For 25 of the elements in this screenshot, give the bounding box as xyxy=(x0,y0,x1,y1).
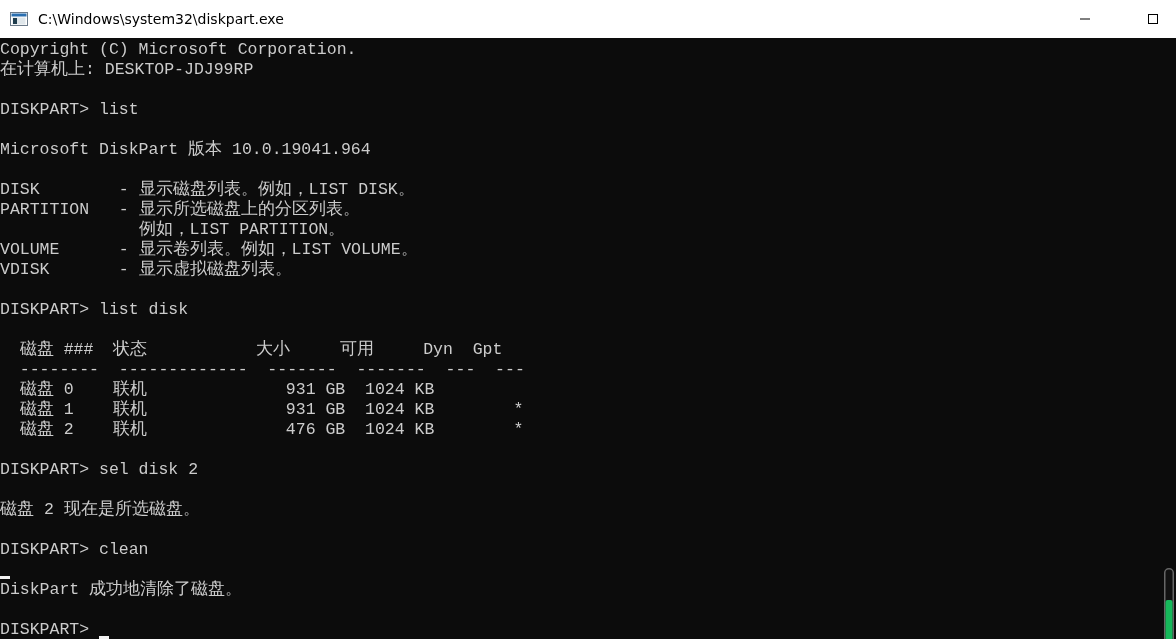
console-line: 磁盘 1 联机 931 GB 1024 KB * xyxy=(18,400,524,420)
console-line: DISKPART> clean xyxy=(0,540,149,560)
maximize-icon xyxy=(1147,13,1159,25)
console-line: VOLUME - 显示卷列表。例如，LIST VOLUME。 xyxy=(0,240,418,260)
console-line: -------- ------------- ------- ------- --- --- xyxy=(18,360,525,380)
console-line: DISK - 显示磁盘列表。例如，LIST DISK。 xyxy=(0,180,415,200)
console-line: VDISK - 显示虚拟磁盘列表。 xyxy=(0,260,292,280)
command-prompt: DISKPART> xyxy=(0,620,90,639)
cursor xyxy=(0,576,10,579)
console-line: 磁盘 0 联机 931 GB 1024 KB xyxy=(18,380,435,400)
console-line: 例如，LIST PARTITION。 xyxy=(137,220,346,240)
console-line: 在计算机上: DESKTOP-JDJ99RP xyxy=(0,60,254,80)
console-line: DISKPART> sel disk 2 xyxy=(0,460,199,480)
console-line: DISKPART> list disk xyxy=(0,300,189,320)
cursor xyxy=(99,636,110,639)
console-line: 磁盘 2 现在是所选磁盘。 xyxy=(0,500,200,520)
console-line: DiskPart 成功地清除了磁盘。 xyxy=(0,580,243,600)
console-line: 磁盘 2 联机 476 GB 1024 KB * xyxy=(18,420,524,440)
console-line: Copyright (C) Microsoft Corporation. xyxy=(0,40,357,60)
console-line: Microsoft DiskPart 版本 10.0.19041.964 xyxy=(0,140,371,160)
console-line: DISKPART> list xyxy=(0,100,139,120)
console-icon xyxy=(10,12,28,26)
console-line: 磁盘 ### 状态 大小 可用 Dyn Gpt xyxy=(18,340,503,360)
window-title: C:\Windows\system32\diskpart.exe xyxy=(38,11,285,27)
console-line: PARTITION - 显示所选磁盘上的分区列表。 xyxy=(0,200,360,220)
